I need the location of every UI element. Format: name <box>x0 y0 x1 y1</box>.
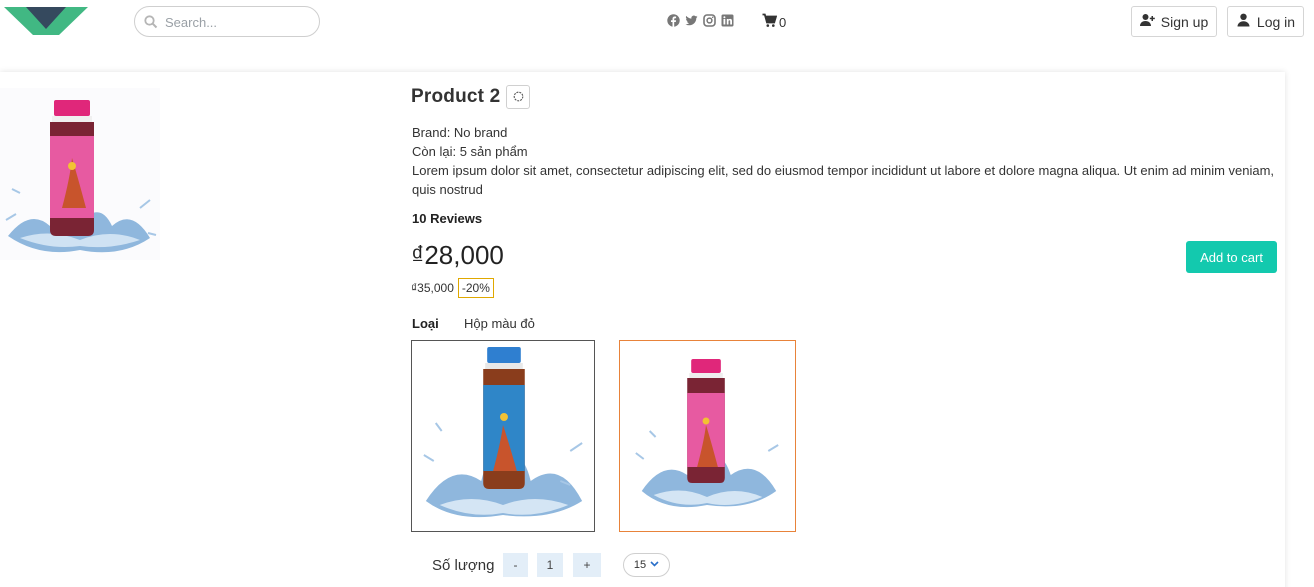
product-info: Brand: No brand Còn lại: 5 sản phẩm Lore… <box>412 123 1282 199</box>
variant-label: Loại <box>412 316 439 331</box>
search-input[interactable] <box>165 12 310 32</box>
variant-name: Hộp màu đỏ <box>464 316 535 331</box>
user-icon <box>1236 13 1251 30</box>
old-price-row: ₫35,000 -20% <box>411 278 494 298</box>
reviews-count[interactable]: 10 Reviews <box>412 211 482 226</box>
sign-up-label: Sign up <box>1160 13 1209 30</box>
quantity-select[interactable]: 15 <box>623 553 670 577</box>
discount-badge: -20% <box>457 278 494 298</box>
user-plus-icon <box>1139 13 1155 30</box>
search-box <box>134 6 320 37</box>
social-links <box>667 14 734 27</box>
vue-logo-icon[interactable] <box>4 7 88 35</box>
product-stock: Còn lại: 5 sản phẩm <box>412 144 528 159</box>
cart-icon <box>762 13 778 31</box>
quantity-increase-button[interactable]: + <box>573 553 601 577</box>
product-title: Product 2 <box>411 86 501 107</box>
log-in-label: Log in <box>1256 13 1296 30</box>
chevron-down-icon <box>650 559 659 571</box>
product-main-image[interactable] <box>0 88 160 260</box>
log-in-button[interactable]: Log in <box>1227 6 1304 37</box>
quantity-select-value: 15 <box>633 559 647 571</box>
cart-button[interactable]: 0 <box>762 13 786 31</box>
cart-count: 0 <box>779 14 787 30</box>
top-header: 0 Sign up Log in <box>0 0 1314 44</box>
circle-icon <box>513 90 524 105</box>
quantity-decrease-button[interactable]: - <box>503 553 528 577</box>
title-row: Product 2 <box>411 85 531 109</box>
old-price: ₫35,000 <box>411 281 454 295</box>
linkedin-icon[interactable] <box>721 14 734 27</box>
variant-option-blue[interactable] <box>411 340 595 532</box>
product-price: ₫28,000 <box>411 240 504 270</box>
quick-view-button[interactable] <box>506 85 531 109</box>
quantity-value[interactable]: 1 <box>537 553 563 577</box>
search-icon <box>144 15 158 29</box>
product-brand: Brand: No brand <box>412 125 508 140</box>
instagram-icon[interactable] <box>703 14 716 27</box>
variant-option-pink[interactable] <box>619 340 796 532</box>
add-to-cart-button[interactable]: Add to cart <box>1186 241 1277 273</box>
sign-up-button[interactable]: Sign up <box>1131 6 1217 37</box>
twitter-icon[interactable] <box>685 14 698 27</box>
facebook-icon[interactable] <box>667 14 680 27</box>
product-description: Lorem ipsum dolor sit amet, consectetur … <box>412 163 1275 197</box>
quantity-label: Số lượng <box>432 557 495 574</box>
